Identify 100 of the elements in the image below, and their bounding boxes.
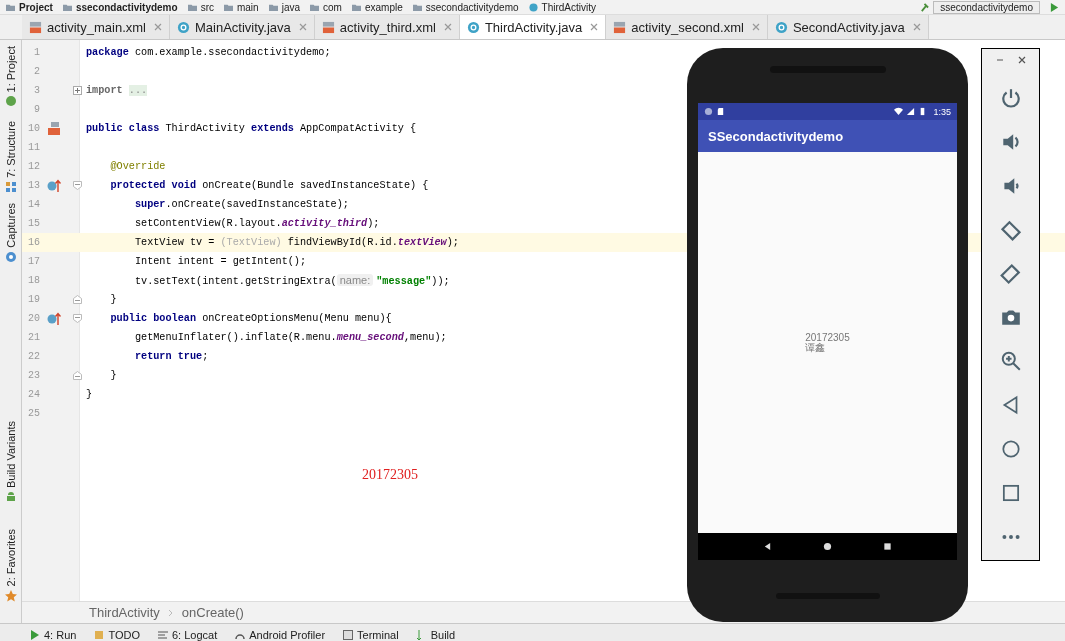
code-token: ); bbox=[446, 237, 459, 248]
code-token: ,menu); bbox=[403, 332, 447, 343]
editor-tab[interactable]: MainActivity.java bbox=[169, 15, 315, 39]
code-token: activity_third bbox=[281, 218, 368, 229]
power-icon[interactable] bbox=[999, 86, 1022, 109]
code-token: menu_second bbox=[336, 332, 404, 343]
code-token: getMenuInflater().inflate(R.menu. bbox=[133, 332, 337, 343]
editor-tab[interactable]: ThirdActivity.java bbox=[459, 15, 607, 39]
code-token: onCreate(Bundle savedInstanceState) { bbox=[201, 180, 429, 191]
code-token: com.example.ssecondactivitydemo; bbox=[133, 47, 331, 58]
nav-crumb[interactable]: ssecondactivitydemo bbox=[425, 1, 519, 13]
tool-window-button[interactable]: 4: Run bbox=[30, 629, 77, 641]
folder-icon bbox=[351, 2, 361, 12]
code-token: TextView tv = bbox=[133, 237, 216, 248]
editor-tab[interactable]: SecondActivity.java bbox=[767, 15, 929, 39]
tool-window-button[interactable]: Android Profiler bbox=[235, 629, 326, 641]
nav-crumb[interactable]: java bbox=[281, 1, 300, 13]
fold-icon[interactable] bbox=[72, 295, 82, 304]
rotate-icon[interactable] bbox=[999, 218, 1022, 241]
signal-icon bbox=[906, 107, 916, 116]
run-config-dropdown[interactable]: ssecondactivitydemo bbox=[933, 0, 1040, 14]
fold-icon[interactable] bbox=[72, 181, 82, 190]
tool-window-tab[interactable]: 2: Favorites bbox=[4, 529, 17, 587]
nav-crumb[interactable]: Project bbox=[19, 1, 53, 13]
breadcrumb-item[interactable]: ThirdActivity bbox=[89, 605, 160, 620]
tool-window-tab[interactable]: 1: Project bbox=[4, 46, 17, 93]
overview-icon[interactable] bbox=[882, 542, 892, 551]
tool-window-button[interactable]: TODO bbox=[94, 629, 140, 641]
line-number: 10 bbox=[27, 123, 40, 134]
line-number: 16 bbox=[27, 237, 40, 248]
rotate-icon[interactable] bbox=[999, 262, 1022, 285]
line-number: 21 bbox=[27, 332, 40, 343]
line-number: 24 bbox=[27, 389, 40, 400]
nav-crumb[interactable]: ssecondactivitydemo bbox=[75, 1, 178, 13]
nav-crumb[interactable]: example bbox=[364, 1, 403, 13]
code-token: } bbox=[109, 370, 117, 381]
android-icon bbox=[4, 491, 17, 504]
home-icon[interactable] bbox=[823, 542, 832, 551]
tool-window-button[interactable]: 6: Logcat bbox=[158, 629, 218, 641]
hammer-icon[interactable] bbox=[920, 2, 930, 12]
folder-icon bbox=[6, 2, 15, 12]
code-token: package bbox=[86, 47, 129, 58]
override-icon[interactable] bbox=[47, 178, 61, 193]
override-icon[interactable] bbox=[47, 311, 61, 326]
line-number: 1 bbox=[33, 47, 40, 58]
sd-card-icon bbox=[716, 107, 725, 116]
nav-crumb[interactable]: src bbox=[200, 1, 214, 13]
tool-window-button[interactable]: Build bbox=[416, 629, 456, 641]
message-text: 20172305 bbox=[805, 332, 850, 343]
line-number: 20 bbox=[27, 313, 40, 324]
class-icon bbox=[774, 20, 788, 34]
tool-window-tab[interactable]: Captures bbox=[4, 203, 17, 248]
tool-window-tab[interactable]: Build Variants bbox=[4, 420, 17, 489]
code-token: onCreateOptionsMenu(Menu menu){ bbox=[201, 313, 392, 324]
line-number: 15 bbox=[27, 218, 40, 229]
tool-window-tab[interactable]: 7: Structure bbox=[4, 121, 17, 179]
code-token: protected void bbox=[109, 180, 197, 191]
folded-code: ... bbox=[128, 85, 148, 96]
editor-tab[interactable]: activity_third.xml bbox=[314, 15, 460, 39]
nav-crumb[interactable]: main bbox=[236, 1, 259, 13]
terminal-icon bbox=[343, 630, 354, 640]
line-number: 14 bbox=[27, 199, 40, 210]
editor-note: 20172305 bbox=[362, 467, 418, 482]
camera-icon bbox=[4, 250, 17, 263]
layout-file-icon bbox=[613, 20, 627, 34]
editor-tab[interactable]: activity_second.xml bbox=[606, 15, 768, 39]
code-token: super bbox=[133, 199, 166, 210]
fold-icon[interactable] bbox=[72, 314, 82, 323]
zoom-in-icon[interactable] bbox=[999, 350, 1022, 373]
code-token: public boolean bbox=[109, 313, 197, 324]
expand-icon[interactable] bbox=[72, 86, 82, 95]
code-token: findViewById(R.id. bbox=[286, 237, 398, 248]
layout-file-icon bbox=[321, 20, 335, 34]
back-icon[interactable] bbox=[763, 542, 773, 551]
parameter-hint: name: bbox=[336, 274, 374, 286]
code-token: extends bbox=[251, 123, 294, 134]
code-token: public class bbox=[86, 123, 160, 134]
code-token: .onCreate(savedInstanceState); bbox=[165, 199, 349, 210]
play-icon bbox=[30, 630, 40, 640]
breadcrumb-item[interactable]: onCreate() bbox=[181, 605, 244, 620]
layout-file-icon[interactable] bbox=[47, 121, 61, 136]
nav-crumb[interactable]: ThirdActivity bbox=[541, 1, 596, 13]
run-icon[interactable] bbox=[1050, 2, 1059, 12]
folder-icon bbox=[310, 2, 319, 12]
code-token: setContentView(R.layout. bbox=[133, 218, 282, 229]
fold-icon[interactable] bbox=[72, 371, 82, 380]
editor-tab[interactable]: activity_main.xml bbox=[22, 15, 170, 39]
layout-file-icon bbox=[29, 20, 42, 34]
android-icon bbox=[4, 95, 17, 108]
code-token: ThirdActivity bbox=[164, 123, 246, 134]
folder-icon bbox=[187, 2, 197, 12]
close-icon[interactable] bbox=[1016, 55, 1027, 65]
star-icon bbox=[4, 589, 17, 602]
close-icon[interactable] bbox=[590, 23, 599, 31]
tool-window-button[interactable]: Terminal bbox=[343, 629, 399, 641]
code-token: } bbox=[86, 389, 93, 400]
line-number: 2 bbox=[33, 66, 40, 77]
nav-crumb[interactable]: com bbox=[323, 1, 342, 13]
class-icon bbox=[466, 20, 480, 34]
structure-icon bbox=[4, 181, 17, 194]
